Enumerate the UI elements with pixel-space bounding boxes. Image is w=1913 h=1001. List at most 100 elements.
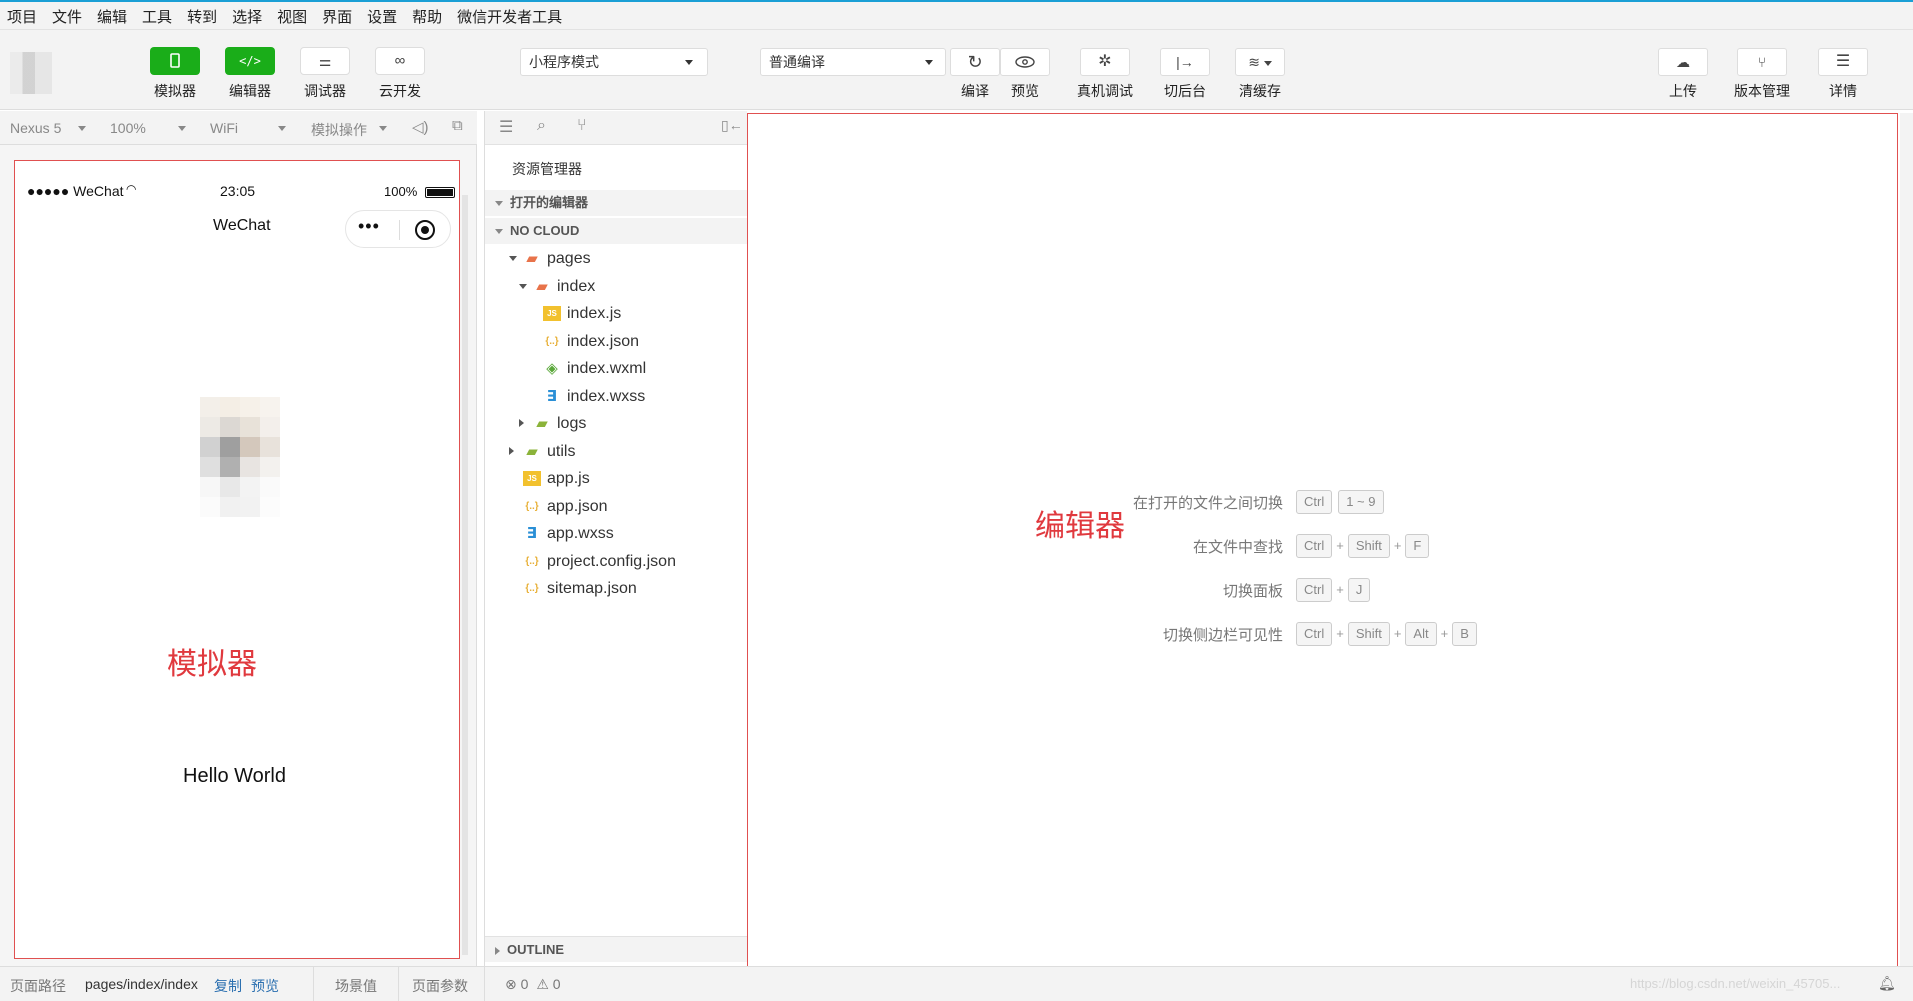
capsule-button[interactable]: ••• bbox=[345, 210, 451, 248]
tree-item[interactable]: JS app.js bbox=[485, 465, 747, 492]
volume-icon[interactable]: ◁) bbox=[412, 118, 429, 136]
menu-item-5[interactable]: 选择 bbox=[232, 6, 262, 27]
folder-open-icon: ▰ bbox=[526, 250, 538, 267]
tree-item-label: logs bbox=[557, 415, 587, 432]
list-icon[interactable]: ☰ bbox=[499, 117, 513, 137]
file-tree: ▰ pages ▰ index JS index.js {..} index.json ◈ ind… bbox=[485, 245, 747, 597]
menu-item-3[interactable]: 工具 bbox=[142, 6, 172, 27]
tree-item[interactable]: ▰ utils bbox=[485, 438, 747, 465]
key-cap: Ctrl bbox=[1296, 578, 1333, 602]
page-params-button[interactable]: 页面参数 bbox=[412, 976, 468, 996]
menu-item-2[interactable]: 编辑 bbox=[97, 6, 127, 27]
tree-item[interactable]: ▰ logs bbox=[485, 410, 747, 437]
shortcut-keys: Ctrl + Shift + Alt + B bbox=[1296, 622, 1477, 646]
menu-item-9[interactable]: 帮助 bbox=[412, 6, 442, 27]
debugger-button[interactable]: ⚌ 调试器 bbox=[300, 47, 350, 99]
zoom-select[interactable]: 100% bbox=[110, 120, 190, 136]
error-icon: ⊗ bbox=[505, 976, 517, 992]
background-button-label: 切后台 bbox=[1164, 83, 1206, 99]
menu-item-1[interactable]: 文件 bbox=[52, 6, 82, 27]
tree-item-label: app.js bbox=[547, 470, 590, 487]
tree-item[interactable]: ∃ index.wxss bbox=[485, 383, 747, 410]
menu-item-10[interactable]: 微信开发者工具 bbox=[457, 6, 562, 27]
compile-select[interactable]: 普通编译 bbox=[760, 48, 946, 76]
outline-section[interactable]: OUTLINE bbox=[485, 936, 747, 962]
collapse-panel-icon[interactable]: ▯← bbox=[721, 117, 743, 134]
version-button[interactable]: ⑂ 版本管理 bbox=[1734, 48, 1790, 99]
avatar[interactable] bbox=[10, 52, 52, 94]
tree-item[interactable]: {..} project.config.json bbox=[485, 548, 747, 575]
git-icon[interactable]: ⑂ bbox=[577, 117, 587, 135]
menu-icon: ☰ bbox=[1818, 48, 1868, 76]
bell-icon[interactable]: 🔔︎ bbox=[1878, 975, 1896, 992]
tree-item[interactable]: JS index.js bbox=[485, 300, 747, 327]
network-value: WiFi bbox=[210, 120, 238, 136]
chevron-down-icon bbox=[509, 256, 517, 261]
compile-button[interactable]: ↻ 编译 bbox=[950, 48, 1000, 99]
popout-icon[interactable]: ⧉ bbox=[452, 117, 463, 134]
search-icon[interactable]: ⌕ bbox=[537, 117, 546, 135]
menu-item-6[interactable]: 视图 bbox=[277, 6, 307, 27]
tree-item[interactable]: ▰ index bbox=[485, 273, 747, 300]
json-file-icon: {..} bbox=[545, 335, 559, 347]
simulator-button[interactable]: 模拟器 bbox=[150, 47, 200, 99]
mode-select-value: 小程序模式 bbox=[529, 54, 599, 70]
device-select[interactable]: Nexus 5 bbox=[10, 120, 90, 136]
error-count: 0 bbox=[520, 976, 529, 992]
network-select[interactable]: WiFi bbox=[210, 120, 290, 136]
menu-item-7[interactable]: 界面 bbox=[322, 6, 352, 27]
problems-indicator[interactable]: ⊗ 0 ⚠ 0 bbox=[505, 976, 561, 993]
tree-item[interactable]: ∃ app.wxss bbox=[485, 520, 747, 547]
scene-value-button[interactable]: 场景值 bbox=[335, 976, 377, 996]
preview-button[interactable]: 预览 bbox=[1000, 48, 1050, 99]
tree-item[interactable]: ◈ index.wxml bbox=[485, 355, 747, 382]
shortcut-row: 切换面板 Ctrl + J bbox=[1048, 578, 1648, 604]
copy-path-link[interactable]: 复制 bbox=[214, 976, 242, 996]
shortcut-label: 切换面板 bbox=[1222, 583, 1283, 600]
warning-count: 0 bbox=[552, 976, 561, 992]
menubar: 项目 文件 编辑 工具 转到 选择 视图 界面 设置 帮助 微信开发者工具 bbox=[0, 0, 1913, 30]
remote-debug-button-label: 真机调试 bbox=[1077, 83, 1133, 99]
cloud-dev-button[interactable]: ∞ 云开发 bbox=[375, 47, 425, 99]
folder-open-icon: ▰ bbox=[536, 277, 548, 295]
preview-path-link[interactable]: 预览 bbox=[251, 976, 279, 996]
tree-item-label: sitemap.json bbox=[547, 580, 637, 597]
details-button[interactable]: ☰ 详情 bbox=[1818, 48, 1868, 99]
tree-item[interactable]: {..} index.json bbox=[485, 328, 747, 355]
project-label: NO CLOUD bbox=[510, 223, 580, 238]
shortcut-label: 在文件中查找 bbox=[1192, 539, 1283, 556]
clear-cache-button[interactable]: ≋ 清缓存 bbox=[1235, 48, 1285, 99]
ops-select[interactable]: 模拟操作 bbox=[311, 120, 391, 140]
shortcut-label: 切换侧边栏可见性 bbox=[1162, 627, 1283, 644]
background-button[interactable]: |→ 切后台 bbox=[1160, 48, 1210, 99]
menu-item-0[interactable]: 项目 bbox=[7, 6, 37, 27]
upload-button[interactable]: ☁ 上传 bbox=[1658, 48, 1708, 99]
time-text: 23:05 bbox=[220, 183, 256, 199]
tree-item[interactable]: {..} sitemap.json bbox=[485, 575, 747, 602]
phone-status-bar: ●●●●● WeChat ◠ 23:05 100% bbox=[15, 182, 455, 205]
tree-item[interactable]: {..} app.json bbox=[485, 493, 747, 520]
refresh-icon: ↻ bbox=[950, 48, 1000, 76]
chevron-right-icon bbox=[509, 446, 514, 455]
open-editors-section[interactable]: 打开的编辑器 bbox=[485, 190, 747, 216]
simulator-button-label: 模拟器 bbox=[154, 83, 196, 99]
plus-sign: + bbox=[1393, 626, 1402, 641]
simulator-scrollbar[interactable] bbox=[462, 195, 468, 955]
menu-item-4[interactable]: 转到 bbox=[187, 6, 217, 27]
editor-scrollbar[interactable] bbox=[1900, 113, 1913, 969]
switch-icon: |→ bbox=[1160, 48, 1210, 76]
project-section[interactable]: NO CLOUD bbox=[485, 218, 747, 244]
editor-button[interactable]: </> 编辑器 bbox=[225, 47, 275, 99]
close-target-icon bbox=[415, 220, 435, 240]
watermark-text: https://blog.csdn.net/weixin_45705... bbox=[1630, 976, 1841, 991]
menu-item-8[interactable]: 设置 bbox=[367, 6, 397, 27]
tree-item[interactable]: ▰ pages bbox=[485, 245, 747, 272]
remote-debug-button[interactable]: ✲ 真机调试 bbox=[1077, 48, 1133, 99]
wifi-icon: ◠ bbox=[126, 182, 137, 196]
explorer-toolbar: ☰ ⌕ ⑂ ▯← bbox=[485, 111, 747, 145]
shortcut-row: 在文件中查找 Ctrl + Shift + F bbox=[1048, 534, 1648, 560]
tree-item-label: pages bbox=[547, 250, 591, 267]
key-cap: Shift bbox=[1347, 622, 1390, 646]
plus-sign: + bbox=[1440, 626, 1449, 641]
mode-select[interactable]: 小程序模式 bbox=[520, 48, 708, 76]
